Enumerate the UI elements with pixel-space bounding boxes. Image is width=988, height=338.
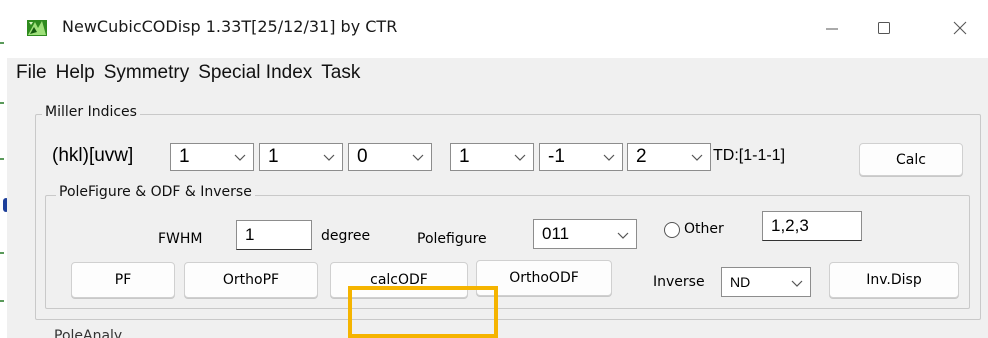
td-label: TD:[1-1-1] (713, 147, 786, 164)
l-combo[interactable]: 0 (348, 143, 432, 171)
miller-indices-label: Miller Indices (42, 104, 140, 120)
h-value: 1 (179, 146, 190, 167)
inverse-label: Inverse (653, 274, 705, 290)
menu-file[interactable]: File (7, 62, 47, 84)
hkl-uvw-label: (hkl)[uvw] (52, 145, 134, 166)
chevron-down-icon (691, 154, 703, 161)
menu-special-index[interactable]: Special Index (189, 62, 312, 84)
menu-help[interactable]: Help (47, 62, 95, 84)
k-value: 1 (268, 146, 279, 167)
k-combo[interactable]: 1 (259, 143, 343, 171)
close-icon (953, 21, 967, 35)
chevron-down-icon (323, 154, 335, 161)
maximize-icon (878, 22, 890, 34)
inverse-value: ND (730, 274, 751, 290)
fwhm-value: 1 (245, 225, 255, 244)
polefigure-value: 011 (542, 224, 570, 243)
polefigure-label: Polefigure (417, 231, 487, 247)
window-title: NewCubicCODisp 1.33T[25/12/31] by CTR (62, 17, 398, 36)
minimize-icon (826, 28, 838, 30)
v-combo[interactable]: -1 (539, 143, 623, 171)
other-label: Other (684, 221, 724, 237)
close-button[interactable] (940, 8, 980, 48)
maximize-button[interactable] (864, 8, 904, 48)
inverse-combo[interactable]: ND (721, 267, 811, 297)
other-value: 1,2,3 (771, 216, 809, 235)
v-value: -1 (548, 146, 565, 167)
chevron-down-icon (791, 280, 803, 287)
menu-bar: File Help Symmetry Special Index Task (7, 58, 988, 88)
w-combo[interactable]: 2 (627, 143, 711, 171)
calc-button[interactable]: Calc (859, 143, 963, 176)
pf-button[interactable]: PF (71, 262, 175, 298)
u-combo[interactable]: 1 (450, 143, 534, 171)
minimize-button[interactable] (812, 8, 852, 48)
menu-task[interactable]: Task (312, 62, 360, 84)
w-value: 2 (636, 146, 647, 167)
l-value: 0 (357, 146, 368, 167)
chevron-down-icon (603, 154, 615, 161)
h-combo[interactable]: 1 (170, 143, 254, 171)
menu-symmetry[interactable]: Symmetry (95, 62, 190, 84)
chevron-down-icon (617, 232, 629, 239)
polefigure-combo[interactable]: 011 (533, 219, 637, 249)
app-icon (26, 19, 48, 37)
orthopf-button[interactable]: OrthoPF (184, 262, 318, 298)
other-input[interactable]: 1,2,3 (762, 211, 862, 241)
fwhm-input[interactable]: 1 (236, 220, 312, 250)
chevron-down-icon (412, 154, 424, 161)
degree-label: degree (321, 228, 371, 244)
chevron-down-icon (234, 154, 246, 161)
next-group-label: PoleAnaly (54, 328, 123, 338)
fwhm-label: FWHM (158, 231, 203, 247)
polefigure-group-label: PoleFigure & ODF & Inverse (56, 184, 255, 200)
highlight-box (348, 286, 498, 338)
other-radio[interactable] (664, 222, 680, 238)
u-value: 1 (459, 146, 470, 167)
chevron-down-icon (514, 154, 526, 161)
inv-disp-button[interactable]: Inv.Disp (829, 262, 959, 298)
